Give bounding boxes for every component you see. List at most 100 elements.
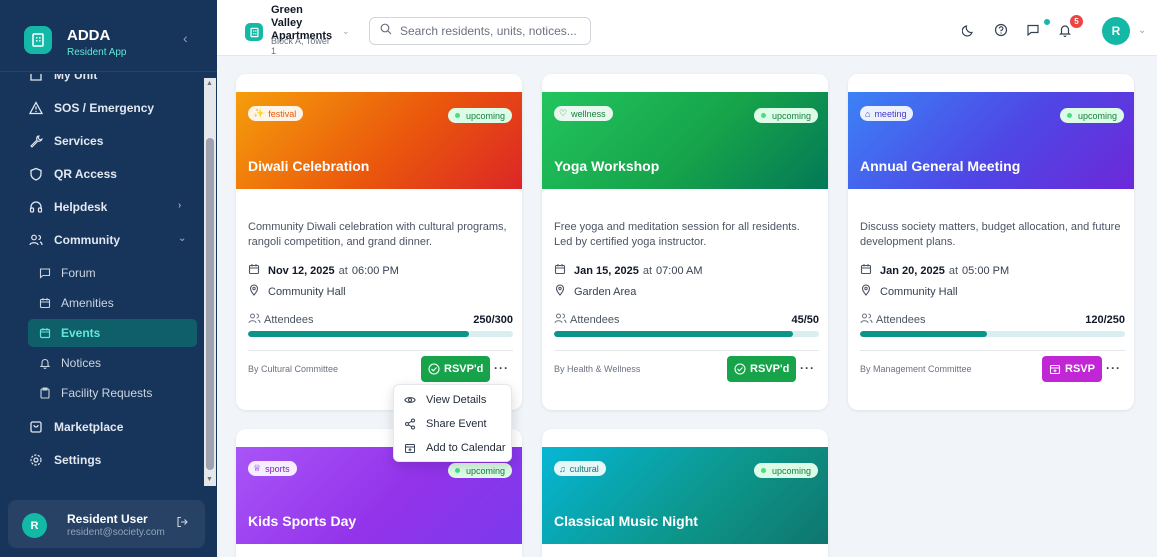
sidebar-item-qr-access[interactable]: QR Access [0, 159, 204, 189]
sidebar-item-label: Community [54, 233, 120, 247]
gear-icon [28, 452, 44, 468]
rsvp-label: RSVP'd [750, 363, 790, 375]
menu-item-share-event[interactable]: Share Event [394, 413, 513, 435]
event-time: 06:00 PM [351, 264, 399, 277]
sidebar-item-settings[interactable]: Settings [0, 445, 204, 475]
event-organizer: By Cultural Committee [248, 364, 339, 374]
chevron-left-icon[interactable]: ‹ [183, 30, 188, 46]
sidebar-item-marketplace[interactable]: Marketplace [0, 412, 204, 442]
status-label: upcoming [465, 465, 505, 476]
calendar-icon [38, 326, 52, 340]
apartment-block: Block A, Tower 1 [271, 36, 330, 56]
sidebar-item-label: Settings [54, 453, 102, 467]
rsvp-button[interactable]: RSVP'd [727, 356, 797, 382]
sidebar-item-services[interactable]: Services [0, 126, 204, 156]
divider [860, 350, 1125, 351]
wrench-icon [28, 133, 44, 149]
rsvp-label: RSVP'd [444, 363, 484, 375]
event-date: Nov 12, 2025 [268, 264, 335, 277]
category-tag: ✨ festival [248, 106, 304, 121]
sidebar-item-helpdesk[interactable]: Helpdesk › [0, 192, 204, 222]
building-icon [245, 23, 263, 41]
attendees-count: 45/50 [791, 313, 819, 326]
attendees-label: Attendees [264, 313, 314, 326]
headphones-icon [28, 199, 44, 215]
sidebar-item-label: Marketplace [54, 420, 124, 434]
event-card[interactable]: ⌂ meeting upcoming Annual General Meeting… [848, 74, 1134, 410]
sidebar-subitem-label: Amenities [61, 296, 114, 310]
event-options-menu: View Details Share Event Add to Calendar [393, 384, 512, 462]
eye-icon [404, 395, 416, 405]
menu-item-view-details[interactable]: View Details [394, 389, 513, 411]
sidebar-scrollbar[interactable]: ▲ ▼ [204, 78, 216, 486]
status-badge: upcoming [753, 463, 818, 478]
category-label: festival [268, 108, 297, 119]
brand-header: ADDA Resident App ‹ [0, 0, 217, 72]
user-email: resident@society.com [67, 527, 165, 538]
sidebar-subitem-label: Events [61, 326, 101, 340]
users-icon [248, 312, 261, 327]
app-name: ADDA [67, 27, 111, 44]
scroll-up-icon[interactable]: ▲ [206, 80, 213, 87]
chevron-down-icon[interactable]: ⌄ [342, 26, 350, 37]
sidebar-subitem-amenities[interactable]: Amenities [0, 289, 204, 317]
moon-icon[interactable] [961, 22, 977, 38]
sidebar-subitem-events[interactable]: Events [28, 319, 197, 347]
user-profile-card[interactable]: R Resident User resident@society.com [8, 500, 205, 548]
avatar[interactable]: R [1102, 17, 1130, 45]
clipboard-icon [38, 386, 52, 400]
event-date-row: Jan 15, 2025 at 07:00 AM [554, 263, 703, 278]
users-icon [28, 232, 44, 248]
sidebar-item-label: SOS / Emergency [54, 101, 155, 115]
category-label: wellness [571, 108, 606, 119]
sidebar-item-community[interactable]: Community ⌄ [0, 225, 204, 255]
category-label: cultural [569, 463, 599, 474]
building-icon [24, 26, 52, 54]
sidebar-item-label: Helpdesk [54, 200, 108, 214]
sidebar-item-sos[interactable]: SOS / Emergency [0, 93, 204, 123]
more-options-button[interactable]: ··· [800, 361, 815, 375]
logout-icon[interactable] [176, 516, 188, 531]
event-banner: ♡ wellness upcoming Yoga Workshop [542, 92, 828, 189]
sidebar-subitem-notices[interactable]: Notices [0, 349, 204, 377]
rsvp-label: RSVP [1065, 363, 1095, 375]
attendees-row: Attendees 45/50 [554, 312, 819, 327]
event-description: Free yoga and meditation session for all… [554, 221, 800, 248]
scroll-down-icon[interactable]: ▼ [206, 476, 213, 483]
help-icon[interactable] [993, 22, 1009, 38]
status-badge: upcoming [1059, 108, 1124, 123]
event-card[interactable]: ♡ wellness upcoming Yoga Workshop Free yo… [542, 74, 828, 410]
attendees-row: Attendees 120/250 [860, 312, 1125, 327]
search-bar[interactable] [369, 17, 591, 45]
sidebar-subitem-label: Facility Requests [61, 386, 153, 400]
search-input[interactable] [400, 24, 580, 38]
scroll-thumb[interactable] [206, 138, 214, 470]
sidebar-subitem-facility-requests[interactable]: Facility Requests [0, 379, 204, 407]
category-tag: ♫ cultural [554, 461, 606, 476]
message-icon[interactable] [1025, 22, 1041, 38]
event-banner: ♫ cultural upcoming Classical Music Night [542, 447, 828, 544]
event-description: Community Diwali celebration with cultur… [248, 221, 507, 248]
sidebar-subitem-forum[interactable]: Forum [0, 259, 204, 287]
event-at: at [948, 264, 959, 277]
building-icon: ⌂ [865, 108, 871, 119]
status-badge: upcoming [447, 108, 512, 123]
category-tag: ⌂ meeting [860, 106, 914, 121]
chevron-down-icon[interactable]: ⌄ [1138, 25, 1146, 36]
rsvp-button[interactable]: RSVP'd [421, 356, 491, 382]
check-circle-icon [734, 363, 746, 375]
sidebar-item-my-unit[interactable]: My Unit [0, 74, 204, 90]
more-options-button[interactable]: ··· [1106, 361, 1121, 375]
chevron-right-icon: › [178, 200, 182, 211]
event-at: at [642, 264, 653, 277]
calendar-icon [38, 296, 52, 310]
more-options-button[interactable]: ··· [494, 361, 509, 375]
rsvp-button[interactable]: RSVP [1042, 356, 1102, 382]
event-location-row: Community Hall [248, 284, 346, 299]
attendees-count: 250/300 [473, 313, 513, 326]
attendees-label: Attendees [570, 313, 620, 326]
menu-item-add-to-calendar[interactable]: Add to Calendar [394, 437, 513, 459]
event-card[interactable]: ♫ cultural upcoming Classical Music Night [542, 429, 828, 557]
search-icon [380, 22, 392, 40]
event-card[interactable]: ✨ festival upcoming Diwali Celebration Co… [236, 74, 522, 410]
